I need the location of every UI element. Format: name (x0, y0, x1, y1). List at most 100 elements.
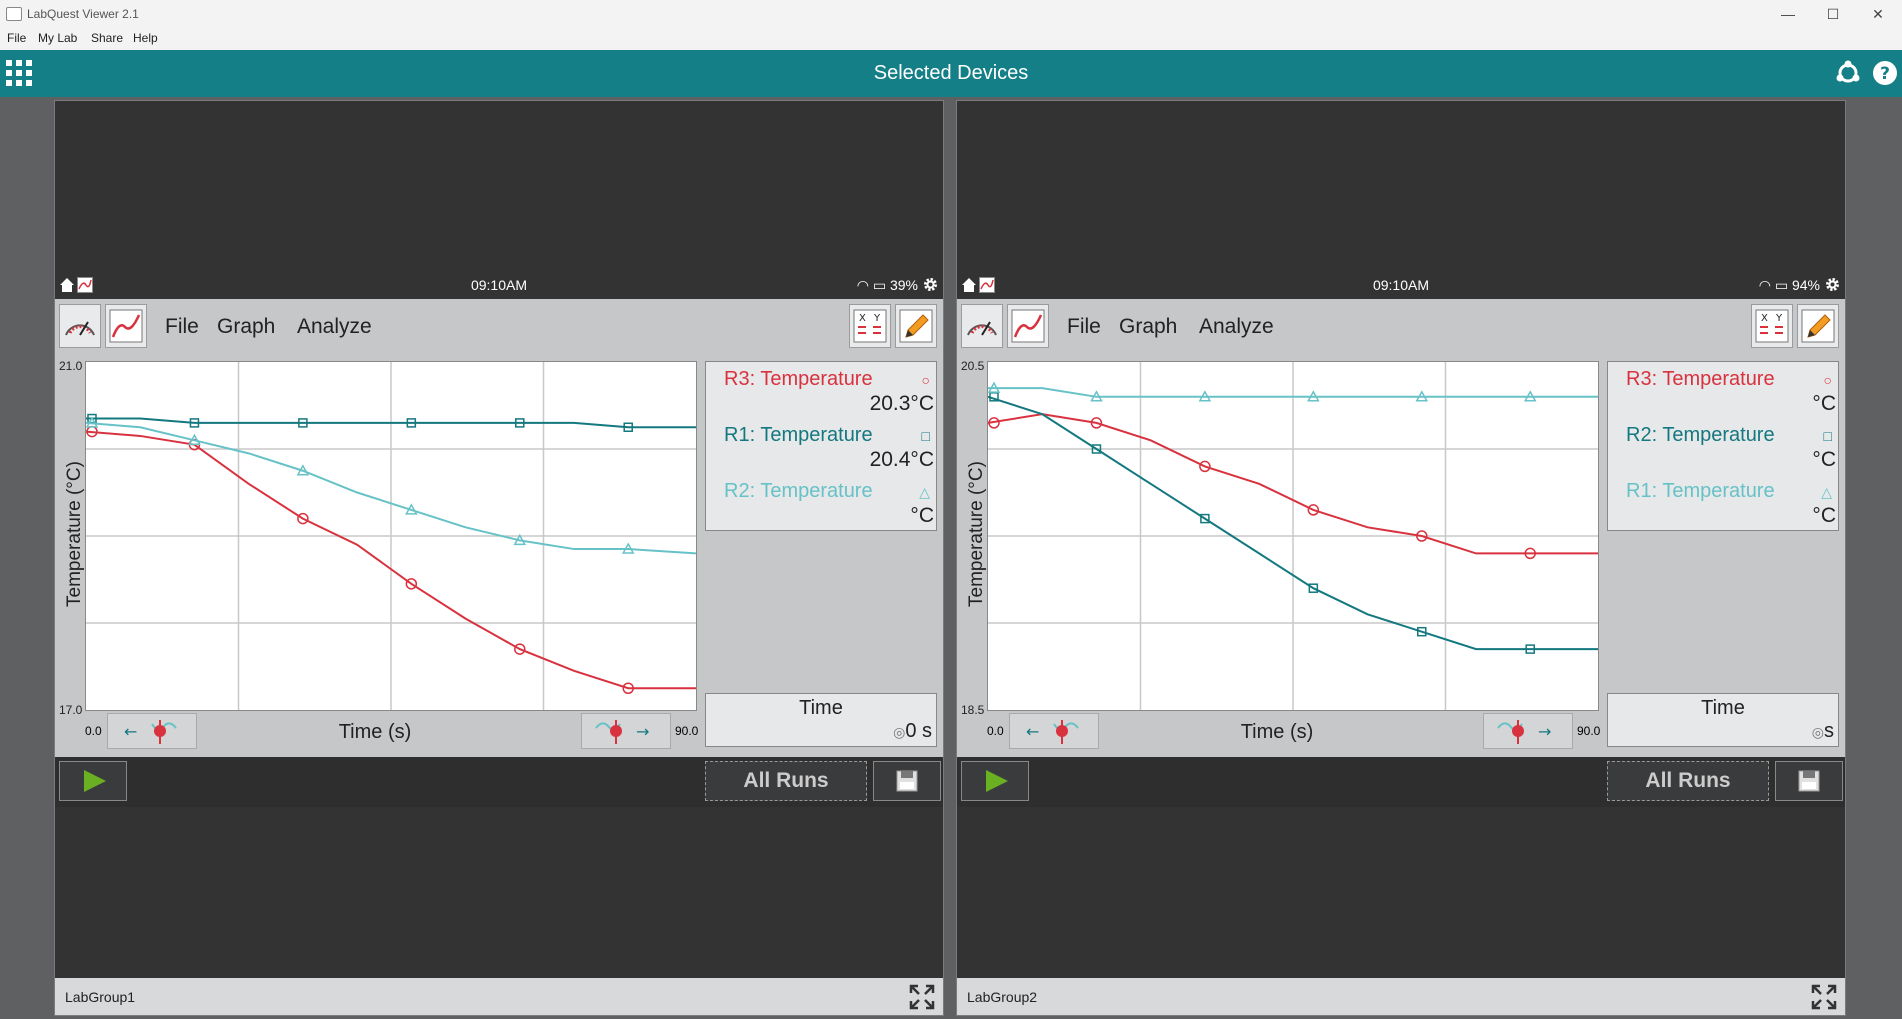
meter-view-button[interactable] (961, 304, 1003, 348)
menu-my-lab[interactable]: My Lab (38, 31, 77, 45)
svg-text:?: ? (1880, 64, 1890, 84)
minimize-icon[interactable]: — (1774, 4, 1802, 24)
settings-gear-icon[interactable] (1824, 276, 1841, 293)
save-button[interactable] (873, 761, 941, 801)
meter-icon (967, 321, 997, 336)
device-menu-file[interactable]: File (1067, 315, 1101, 339)
page-title: Selected Devices (873, 62, 1029, 84)
y-axis-label: Temperature (°C) (966, 461, 987, 607)
legend-item[interactable]: R3: Temperature ○ °C (1608, 362, 1838, 418)
device-menu-graph[interactable]: Graph (1119, 315, 1177, 339)
menu-help[interactable]: Help (133, 31, 158, 45)
help-icon[interactable]: ? (1872, 60, 1898, 86)
pencil-icon (899, 309, 933, 343)
panel-footer: LabGroup1 (55, 978, 943, 1015)
y-axis-label: Temperature (°C) (64, 461, 85, 607)
graph-plot[interactable] (85, 361, 697, 711)
graph-icon (1011, 309, 1045, 343)
legend-item[interactable]: R2: Temperature □ °C (1608, 418, 1838, 474)
time-value-text: s (1824, 720, 1834, 742)
legend-item[interactable]: R2: Temperature △ °C (706, 474, 936, 530)
scroll-right-button[interactable]: → (1483, 713, 1573, 749)
save-icon (896, 770, 918, 792)
window-titlebar: LabQuest Viewer 2.1 — ☐ ✕ (0, 0, 1902, 28)
collect-button[interactable] (59, 761, 127, 801)
notes-button[interactable] (895, 304, 937, 348)
scroll-left-button[interactable]: ← (107, 713, 197, 749)
settings-gear-icon[interactable] (922, 276, 939, 293)
play-icon (84, 770, 106, 792)
save-icon (1798, 770, 1820, 792)
play-icon (986, 770, 1008, 792)
scroll-left-button[interactable]: ← (1009, 713, 1099, 749)
table-view-button[interactable]: XY (849, 304, 891, 348)
scroll-right-icon: → (595, 720, 649, 744)
scroll-left-icon: ← (1026, 720, 1079, 744)
legend-sensor-name: R1: Temperature (1626, 480, 1775, 502)
svg-text:←: ← (124, 722, 137, 741)
maximize-icon[interactable]: ☐ (1819, 4, 1847, 24)
all-runs-button[interactable]: All Runs (705, 761, 867, 801)
battery-status: ◠ ▭ 94% (1759, 277, 1820, 294)
time-readout-value: ◎s (1812, 720, 1834, 743)
legend-sensor-value: °C (1812, 448, 1836, 471)
scroll-right-button[interactable]: → (581, 713, 671, 749)
menubar: File My Lab Share Help (0, 28, 1902, 50)
lab-group-name: LabGroup1 (65, 989, 136, 1005)
device-status-bar: 09:10AM ◠ ▭ 94% (957, 272, 1845, 298)
device-clock: 09:10AM (470, 277, 528, 293)
window-title: LabQuest Viewer 2.1 (27, 7, 139, 21)
table-view-button[interactable]: XY (1751, 304, 1793, 348)
menu-file[interactable]: File (7, 31, 26, 45)
device-menu-graph[interactable]: Graph (217, 315, 275, 339)
legend-item[interactable]: R1: Temperature □ 20.4°C (706, 418, 936, 474)
connect-icon[interactable] (1835, 60, 1861, 86)
legend-item[interactable]: R1: Temperature △ °C (1608, 474, 1838, 530)
svg-text:Y: Y (1775, 313, 1783, 324)
time-value-text: 0 s (905, 720, 932, 742)
graph-plot[interactable] (987, 361, 1599, 711)
device-menu-analyze[interactable]: Analyze (1199, 315, 1274, 339)
legend-marker-icon: □ (1823, 428, 1832, 444)
legend-marker-icon: ○ (1823, 372, 1832, 388)
device-clock: 09:10AM (1372, 277, 1430, 293)
graph-area: 21.0 17.0 Temperature (°C) 0.0 ← Time (s… (55, 353, 943, 757)
graph-view-button[interactable] (1007, 304, 1049, 348)
x-axis-max: 90.0 (675, 724, 699, 738)
x-axis-max: 90.0 (1577, 724, 1601, 738)
control-bar: All Runs (55, 757, 943, 807)
lab-group-name: LabGroup2 (967, 989, 1038, 1005)
legend-sensor-name: R2: Temperature (1626, 424, 1775, 446)
save-button[interactable] (1775, 761, 1843, 801)
x-axis-bar: 0.0 ← Time (s) → 90.0 (55, 711, 703, 751)
meter-view-button[interactable] (59, 304, 101, 348)
legend-marker-icon: △ (1821, 484, 1832, 500)
legend-item[interactable]: R3: Temperature ○ 20.3°C (706, 362, 936, 418)
legend-marker-icon: △ (919, 484, 930, 500)
fullscreen-icon[interactable] (1811, 984, 1837, 1010)
legend-marker-icon: □ (921, 428, 930, 444)
header-bar: Selected Devices ? (0, 50, 1902, 97)
device-toolbar: File Graph Analyze XY (957, 299, 1845, 353)
legend-sensor-value: 20.4°C (869, 448, 934, 471)
svg-text:X: X (1761, 313, 1768, 324)
graph-view-button[interactable] (105, 304, 147, 348)
y-axis-max: 21.0 (59, 359, 83, 373)
sensor-legend: R3: Temperature ○ 20.3°C R1: Temperature □ 20… (705, 361, 937, 531)
fullscreen-icon[interactable] (909, 984, 935, 1010)
collect-button[interactable] (961, 761, 1029, 801)
notes-button[interactable] (1797, 304, 1839, 348)
meter-icon (65, 321, 95, 336)
device-menu-file[interactable]: File (165, 315, 199, 339)
device-status-bar: 09:10AM ◠ ▭ 39% (55, 272, 943, 298)
all-runs-button[interactable]: All Runs (1607, 761, 1769, 801)
menu-share[interactable]: Share (91, 31, 123, 45)
close-icon[interactable]: ✕ (1864, 4, 1892, 24)
legend-sensor-value: °C (1812, 504, 1836, 527)
device-menu-analyze[interactable]: Analyze (297, 315, 372, 339)
legend-sensor-name: R2: Temperature (724, 480, 873, 502)
svg-text:→: → (636, 722, 649, 741)
app-icon (6, 7, 22, 21)
graph-icon (109, 309, 143, 343)
wifi-icon: ◠ (856, 277, 869, 293)
